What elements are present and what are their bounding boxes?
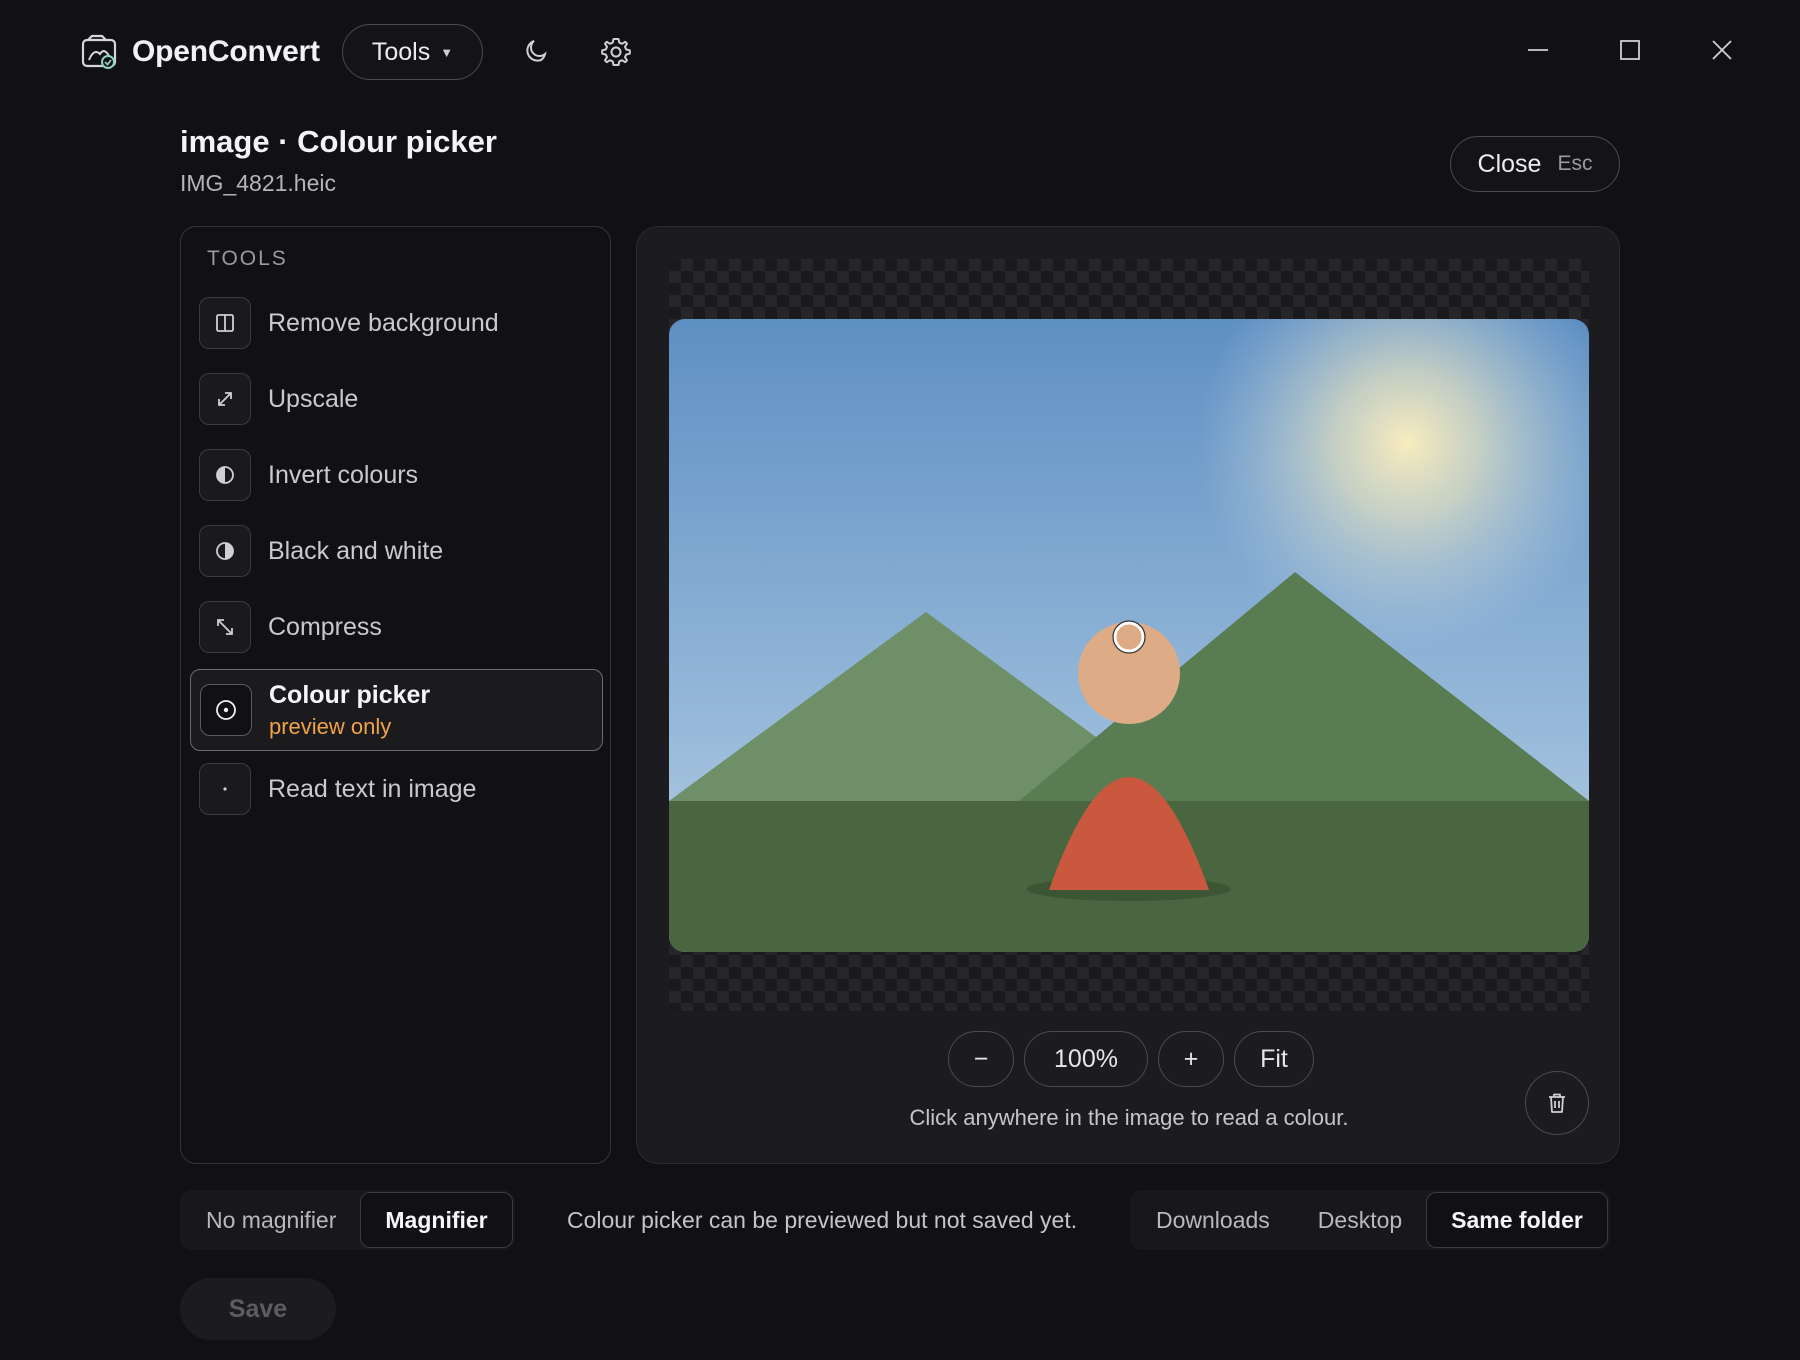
page-title: image · Colour picker (180, 124, 497, 159)
zoom-controls: − 100% + Fit (948, 1031, 1314, 1087)
tool-label: Black and white (268, 536, 444, 565)
delete-button[interactable] (1525, 1071, 1589, 1135)
contrast-icon (199, 525, 251, 577)
app-brand: OpenConvert (80, 32, 320, 72)
magnifier-toggle: No magnifier Magnifier (180, 1190, 515, 1250)
theme-toggle-button[interactable] (514, 30, 558, 74)
magnifier-option[interactable]: Magnifier (360, 1192, 513, 1248)
title-bar: OpenConvert Tools ▼ (0, 0, 1800, 104)
tool-label: Colour picker (269, 680, 431, 709)
minimize-icon (1528, 49, 1548, 51)
tool-label: Remove background (268, 308, 499, 337)
compress-arrows-icon (199, 601, 251, 653)
destination-same-folder[interactable]: Same folder (1426, 1192, 1608, 1248)
gear-icon (601, 38, 631, 66)
keyboard-shortcut-hint: Esc (1557, 152, 1593, 175)
zoom-out-button[interactable]: − (948, 1031, 1014, 1087)
tools-menu-label: Tools (371, 37, 431, 66)
minimize-button[interactable] (1516, 28, 1560, 72)
tools-menu-button[interactable]: Tools ▼ (342, 24, 483, 80)
preview-panel: − 100% + Fit Click anywhere in the image… (636, 226, 1620, 1164)
tool-black-and-white[interactable]: Black and white (199, 525, 594, 577)
tool-colour-picker[interactable]: Colour picker preview only (190, 669, 603, 751)
tool-label: Compress (268, 612, 382, 641)
close-label: Close (1477, 149, 1542, 178)
tool-remove-background[interactable]: Remove background (199, 297, 594, 349)
destination-desktop[interactable]: Desktop (1294, 1192, 1426, 1248)
save-button[interactable]: Save (180, 1278, 336, 1340)
preview-only-badge: preview only (269, 713, 392, 739)
tool-read-text-in-image[interactable]: Read text in image (199, 763, 594, 815)
zoom-in-button[interactable]: + (1158, 1031, 1224, 1087)
tool-label: Upscale (268, 384, 359, 413)
destination-downloads[interactable]: Downloads (1132, 1192, 1294, 1248)
tools-panel: TOOLS Remove background Upscale Invert c… (180, 226, 611, 1164)
dot-icon (199, 763, 251, 815)
half-circle-icon (199, 449, 251, 501)
chevron-down-icon: ▼ (440, 44, 454, 60)
picker-hint: Click anywhere in the image to read a co… (909, 1105, 1349, 1130)
close-tool-button[interactable]: Close Esc (1450, 136, 1620, 192)
maximize-button[interactable] (1608, 28, 1652, 72)
tool-compress[interactable]: Compress (199, 601, 594, 653)
tool-upscale[interactable]: Upscale (199, 373, 594, 425)
settings-button[interactable] (594, 30, 638, 74)
moon-icon (526, 40, 547, 62)
trash-icon (1549, 1093, 1565, 1113)
image-preview (669, 319, 1589, 952)
app-name: OpenConvert (132, 35, 320, 68)
expand-arrows-icon (199, 373, 251, 425)
fit-button[interactable]: Fit (1234, 1031, 1314, 1087)
zoom-level[interactable]: 100% (1024, 1031, 1148, 1087)
split-icon (199, 297, 251, 349)
destination-selector: Downloads Desktop Same folder (1130, 1190, 1610, 1250)
app-logo-icon (81, 34, 117, 69)
tool-label: Invert colours (268, 460, 419, 489)
tool-label: Read text in image (268, 774, 477, 803)
tool-invert-colours[interactable]: Invert colours (199, 449, 594, 501)
close-icon (1712, 40, 1732, 60)
image-canvas[interactable] (669, 319, 1589, 952)
no-magnifier-option[interactable]: No magnifier (182, 1192, 360, 1248)
tools-heading: TOOLS (207, 247, 288, 270)
file-name: IMG_4821.heic (180, 170, 336, 196)
tool-text: Colour picker preview only (269, 681, 430, 740)
close-window-button[interactable] (1700, 28, 1744, 72)
maximize-icon (1620, 40, 1640, 60)
target-icon (200, 684, 252, 736)
status-message: Colour picker can be previewed but not s… (567, 1207, 1078, 1233)
